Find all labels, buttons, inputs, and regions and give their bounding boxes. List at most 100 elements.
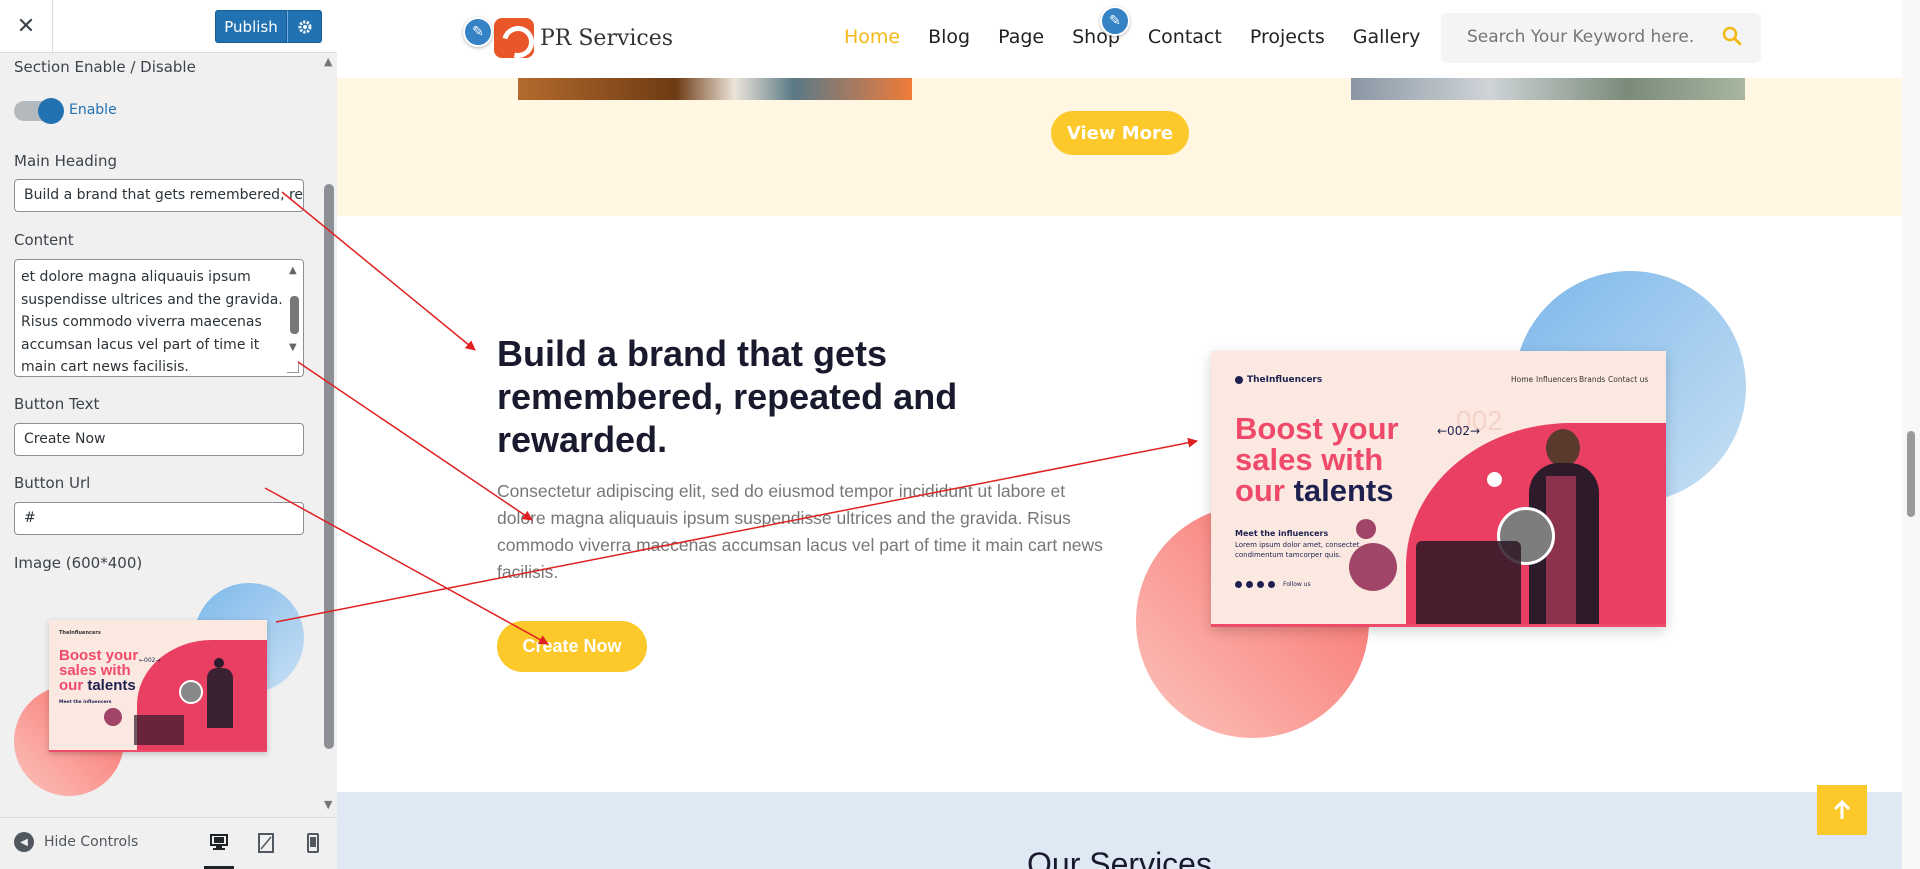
mock-dot-small [1356, 519, 1376, 539]
section-paragraph: Consectetur adipiscing elit, sed do eius… [497, 481, 1103, 582]
section-image: TheInfluencers Home Influencers Brands C… [1211, 351, 1666, 627]
image-preview[interactable]: TheInfluencers Boost your sales with our… [14, 583, 304, 805]
thumb-headline: Boost your sales with our talents [59, 648, 138, 693]
button-url-input[interactable]: # [14, 502, 304, 535]
nav-item-blog[interactable]: Blog [928, 26, 970, 48]
nav-item-page[interactable]: Page [998, 26, 1044, 48]
instagram-icon [1257, 581, 1264, 588]
content-line: main cart news facilisis. [21, 359, 189, 375]
resize-handle-icon[interactable] [287, 361, 299, 373]
sidebar-scrollbar[interactable]: ▲ ▼ [320, 53, 337, 817]
thumb-line: our talents [59, 678, 138, 693]
mock-white-dot [1487, 472, 1502, 487]
section-heading: Build a brand that gets remembered, repe… [497, 333, 958, 460]
mock-socials: Follow us [1235, 581, 1311, 588]
close-icon[interactable]: ✕ [0, 0, 53, 53]
search-input[interactable] [1467, 27, 1717, 47]
thumb-small-circle [179, 680, 203, 704]
facebook-icon [1235, 581, 1242, 588]
mock-nav-item: Contact us [1608, 375, 1649, 384]
youtube-icon [1268, 581, 1275, 588]
site-logo[interactable]: PR Services [494, 18, 673, 58]
customizer-footer: ◀ Hide Controls [0, 817, 337, 869]
mobile-preview-icon[interactable] [298, 830, 328, 856]
textarea-scroll-thumb[interactable] [290, 296, 299, 334]
thumb-person-body [207, 668, 233, 728]
nav-item-home[interactable]: Home [844, 26, 900, 48]
search-icon[interactable] [1721, 25, 1743, 51]
controls-panel: Section Enable / Disable Enable Main Hea… [0, 53, 320, 817]
mock-person-head [1546, 429, 1580, 467]
tablet-preview-icon[interactable] [251, 830, 281, 856]
preview-scrollbar[interactable] [1902, 0, 1920, 869]
content-text: et dolore magna aliquauis ipsum suspendi… [21, 266, 283, 376]
thumb-line: sales with [59, 662, 131, 679]
gear-icon[interactable] [287, 10, 322, 43]
image-label: Image (600*400) [14, 554, 143, 572]
mock-sub-text: Lorem ipsum dolor amet, consectet [1235, 541, 1360, 549]
thumb-line-b: talents [87, 677, 136, 694]
mock-nav-item: Home [1511, 375, 1534, 384]
button-text-input[interactable]: Create Now [14, 423, 304, 456]
sidebar-scroll-thumb[interactable] [324, 184, 334, 749]
content-line: accumsan lacus vel part of time it [21, 336, 260, 353]
publish-button[interactable]: Publish [215, 10, 287, 43]
services-title: Our Services [1027, 846, 1212, 869]
content-line: Risus commodo viverra maecenas [21, 314, 262, 330]
twitter-icon [1246, 581, 1253, 588]
mock-dot-large [1349, 543, 1397, 591]
mock-sub-text: condimentum tamcorper quis. [1235, 551, 1342, 559]
mock-camera [1416, 541, 1521, 624]
scroll-down-icon[interactable]: ▼ [324, 798, 332, 811]
nav-item-contact[interactable]: Contact [1148, 26, 1222, 48]
mock-brand: TheInfluencers [1235, 375, 1322, 385]
edit-pencil-icon[interactable]: ✎ [463, 17, 493, 47]
site-header: ✎ PR Services Home Blog Page Shop Contac… [337, 0, 1902, 78]
scroll-down-icon[interactable]: ▼ [289, 342, 297, 353]
create-now-button[interactable]: Create Now [497, 621, 647, 672]
collapse-icon: ◀ [14, 832, 34, 852]
edit-pencil-icon[interactable]: ✎ [1100, 6, 1130, 36]
scroll-up-icon[interactable]: ▲ [324, 55, 332, 68]
nav-item-projects[interactable]: Projects [1250, 26, 1325, 48]
back-to-top-button[interactable] [1817, 785, 1867, 835]
button-url-label: Button Url [14, 474, 91, 492]
mock-line-a: our [1235, 473, 1285, 508]
thumb-brand: TheInfluencers [59, 630, 101, 636]
thumb-dot [104, 708, 122, 726]
thumb-line-a: our [59, 677, 84, 694]
desktop-preview-icon[interactable] [204, 830, 234, 869]
mock-follow: Follow us [1283, 581, 1311, 588]
enable-toggle-label: Enable [69, 102, 117, 118]
mock-nav-item: Influencers [1536, 375, 1578, 384]
customizer-sidebar: ✕ Publish Section Enable / Disable Enabl… [0, 0, 337, 869]
customizer-header: ✕ Publish [0, 0, 337, 53]
button-text-label: Button Text [14, 395, 100, 413]
mock-line-b: talents [1293, 473, 1394, 508]
portfolio-image-left[interactable] [518, 78, 912, 100]
thumb-person-head [214, 658, 224, 668]
thumb-mockup: TheInfluencers Boost your sales with our… [49, 620, 267, 752]
site-brand: PR Services [540, 25, 674, 51]
content-line: suspendisse ultrices and the gravida. [21, 291, 283, 308]
publish-group: Publish [215, 10, 322, 43]
enable-toggle[interactable] [14, 98, 64, 124]
mock-brand-dot-icon [1235, 376, 1243, 384]
portfolio-image-right[interactable] [1351, 78, 1745, 100]
hide-controls-button[interactable]: ◀ Hide Controls [14, 832, 138, 852]
thumb-counter: ←002→ [139, 657, 161, 664]
content-textarea[interactable]: et dolore magna aliquauis ipsum suspendi… [14, 259, 304, 377]
logo-icon [494, 18, 534, 58]
scroll-up-icon[interactable]: ▲ [289, 265, 297, 276]
section-enable-label: Section Enable / Disable [14, 58, 196, 76]
content-line: et dolore magna aliquauis ipsum [21, 269, 251, 285]
nav-item-gallery[interactable]: Gallery [1353, 26, 1421, 48]
main-heading-input[interactable]: Build a brand that gets remembered, re [14, 179, 304, 212]
thumb-camera [134, 715, 184, 745]
view-more-button[interactable]: View More [1051, 111, 1189, 155]
content-label: Content [14, 231, 74, 249]
mock-line: Boost your [1235, 411, 1399, 446]
textarea-scrollbar[interactable]: ▲ ▼ [286, 260, 303, 376]
preview-scroll-thumb[interactable] [1907, 431, 1915, 517]
search-box [1441, 13, 1761, 63]
